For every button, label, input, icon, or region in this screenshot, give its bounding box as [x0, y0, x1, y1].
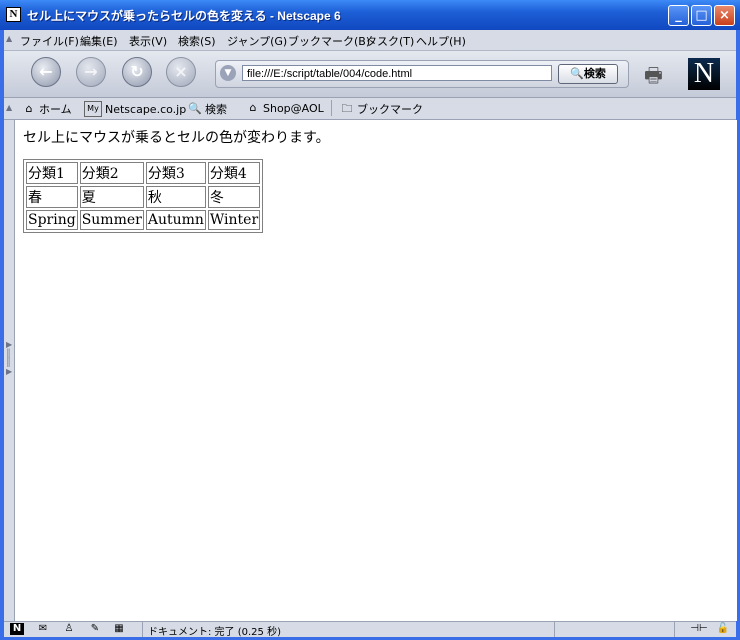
table-cell[interactable]: 冬	[207, 186, 261, 208]
back-button[interactable]: ←	[31, 57, 61, 87]
personal-item-home[interactable]: ⌂ ホーム	[22, 101, 72, 117]
search-button-label: 検索	[583, 67, 606, 80]
toolbar-grip-icon[interactable]: ▲	[6, 34, 12, 46]
table-cell[interactable]: Autumn	[145, 210, 206, 230]
menu-bar: ▲ ファイル(F) 編集(E) 表示(V) 検索(S) ジャンプ(G) ブックマ…	[4, 30, 736, 51]
personal-item-bookmarks[interactable]: 🗀 ブックマーク	[340, 101, 424, 117]
stop-icon: ×	[174, 62, 188, 81]
security-lock-icon[interactable]: 🔓	[716, 623, 730, 635]
instant-messenger-icon[interactable]: ♙	[62, 623, 76, 635]
table-row: 分類1 分類2 分類3 分類4	[26, 162, 261, 184]
toolbar-separator	[331, 100, 332, 116]
table-cell[interactable]: 分類2	[79, 162, 144, 184]
table-cell[interactable]: Spring	[26, 210, 78, 230]
menu-go[interactable]: ジャンプ(G)	[227, 33, 287, 49]
table-cell[interactable]: Summer	[79, 210, 144, 230]
search-icon: 🔍	[188, 102, 202, 115]
home-icon: ⌂	[25, 102, 33, 115]
sidebar-handle[interactable]: ▶ ║ ║ ▶	[4, 120, 14, 621]
menu-tasks[interactable]: タスク(T)	[366, 33, 414, 49]
netscape-logo[interactable]: N	[688, 58, 720, 90]
menu-search[interactable]: 検索(S)	[178, 33, 216, 49]
personal-toolbar-grip-icon[interactable]: ▲	[6, 103, 12, 112]
personal-toolbar: ▲ ⌂ ホーム My Netscape.co.jp 🔍 検索 ⌂ Shop@AOL 🗀 ブ…	[4, 98, 736, 120]
forward-button[interactable]: →	[76, 57, 106, 87]
table-cell[interactable]: Winter	[207, 210, 261, 230]
table-cell[interactable]: 秋	[145, 186, 206, 208]
table-row: Spring Summer Autumn Winter	[26, 210, 261, 230]
maximize-button[interactable]: □	[691, 5, 712, 26]
menu-file[interactable]: ファイル(F)	[20, 33, 79, 49]
window-client: ▲ ファイル(F) 編集(E) 表示(V) 検索(S) ジャンプ(G) ブックマ…	[4, 30, 737, 638]
table-cell[interactable]: 春	[26, 186, 78, 208]
shop-label: Shop@AOL	[263, 101, 324, 115]
close-button[interactable]: ×	[714, 5, 735, 26]
navigator-icon[interactable]: N	[10, 623, 24, 635]
search-label: 検索	[205, 103, 227, 116]
forward-arrow-icon: →	[84, 62, 98, 81]
page-content: セル上にマウスが乗るとセルの色が変わります。 分類1 分類2 分類3 分類4 春…	[14, 120, 737, 621]
reload-button[interactable]: ↻	[122, 57, 152, 87]
table-row: 春 夏 秋 冬	[26, 186, 261, 208]
menu-bookmarks[interactable]: ブックマーク(B)	[288, 33, 370, 49]
address-book-icon[interactable]: ▦	[112, 623, 126, 635]
mail-icon[interactable]: ✉	[36, 623, 50, 635]
print-icon[interactable]: 🖶	[644, 61, 674, 87]
minimize-button[interactable]: _	[668, 5, 689, 26]
magnifier-icon: 🔍	[570, 67, 584, 80]
folder-icon: 🗀	[341, 102, 353, 115]
table-cell[interactable]: 分類1	[26, 162, 78, 184]
personal-item-netscape[interactable]: My Netscape.co.jp	[84, 101, 186, 117]
search-button[interactable]: 🔍検索	[558, 64, 618, 84]
navigation-toolbar: ← → ↻ × ▼ file:///E:/script/table/004/co…	[4, 51, 736, 98]
stop-button[interactable]: ×	[166, 57, 196, 87]
personal-item-shop[interactable]: ⌂ Shop@AOL	[246, 101, 324, 115]
netscape-app-icon[interactable]: N	[6, 7, 21, 22]
table-cell[interactable]: 分類4	[207, 162, 261, 184]
back-arrow-icon: ←	[39, 62, 53, 81]
status-divider	[142, 622, 143, 637]
menu-help[interactable]: ヘルプ(H)	[416, 33, 466, 49]
browser-window: N セル上にマウスが乗ったらセルの色を変える - Netscape 6 _ □ …	[0, 0, 740, 640]
location-dropdown-icon[interactable]: ▼	[220, 65, 236, 81]
status-divider	[674, 622, 675, 637]
window-title: セル上にマウスが乗ったらセルの色を変える - Netscape 6	[27, 9, 341, 23]
seasons-table: 分類1 分類2 分類3 分類4 春 夏 秋 冬 Spring Summer Au…	[23, 159, 264, 233]
status-bar: N ✉ ♙ ✎ ▦ ドキュメント: 完了 (0.25 秒) ⊣⊢ 🔓	[4, 621, 736, 638]
url-field[interactable]: file:///E:/script/table/004/code.html	[242, 65, 552, 81]
netscape-label: Netscape.co.jp	[105, 102, 187, 116]
menu-view[interactable]: 表示(V)	[129, 33, 167, 49]
table-cell[interactable]: 分類3	[145, 162, 206, 184]
shop-icon: ⌂	[249, 101, 257, 114]
table-cell[interactable]: 夏	[79, 186, 144, 208]
title-bar[interactable]: N セル上にマウスが乗ったらセルの色を変える - Netscape 6 _ □ …	[0, 0, 740, 30]
status-text: ドキュメント: 完了 (0.25 秒)	[148, 627, 281, 638]
sidebar-grip-icon: ▶ ║ ║ ▶	[6, 340, 13, 376]
my-netscape-icon: My	[84, 101, 102, 117]
bookmarks-label: ブックマーク	[357, 103, 423, 116]
personal-item-search[interactable]: 🔍 検索	[188, 101, 227, 117]
status-divider	[554, 622, 555, 637]
menu-edit[interactable]: 編集(E)	[80, 33, 118, 49]
online-status-icon[interactable]: ⊣⊢	[686, 623, 712, 635]
composer-icon[interactable]: ✎	[88, 623, 102, 635]
page-heading: セル上にマウスが乗るとセルの色が変わります。	[23, 130, 330, 146]
home-label: ホーム	[39, 103, 72, 116]
reload-icon: ↻	[130, 62, 144, 81]
